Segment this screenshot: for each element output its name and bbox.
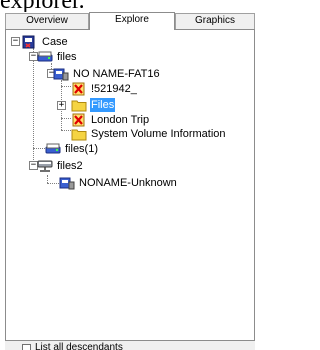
window-caption: explorer. bbox=[0, 0, 255, 12]
volume-icon bbox=[53, 68, 69, 81]
deleted-file-icon bbox=[72, 113, 85, 127]
drive-icon bbox=[37, 51, 53, 62]
list-all-descendants-checkbox[interactable] bbox=[22, 344, 31, 350]
tree-node-label: Case bbox=[42, 36, 68, 48]
tree-node-label: NO NAME-FAT16 bbox=[73, 68, 160, 80]
tree-node-files[interactable]: files bbox=[37, 49, 78, 65]
tree-connector bbox=[47, 175, 48, 183]
tree-node-files-folder[interactable]: Files bbox=[71, 97, 116, 113]
tab-overview[interactable]: Overview bbox=[5, 13, 89, 29]
evidence-tree: − − − + − Case files NO NAME-FAT16 !5219… bbox=[6, 30, 254, 340]
tree-connector bbox=[61, 118, 71, 119]
case-icon bbox=[22, 35, 35, 49]
deleted-file-icon bbox=[72, 82, 85, 96]
tree-node-volume-fat16[interactable]: NO NAME-FAT16 bbox=[53, 66, 161, 82]
tree-connector bbox=[47, 183, 59, 184]
tree-connector bbox=[33, 148, 45, 149]
tree-node-label: files(1) bbox=[65, 143, 99, 155]
tree-node-label: files bbox=[57, 51, 77, 63]
network-drive-icon bbox=[37, 160, 53, 172]
tab-graphics[interactable]: Graphics bbox=[175, 13, 255, 29]
tree-connector bbox=[61, 130, 71, 131]
tab-bar: Overview Explore Graphics bbox=[5, 12, 255, 30]
tree-node-label: London Trip bbox=[91, 114, 150, 126]
status-bar: List all descendants bbox=[5, 341, 255, 350]
tree-node-files-1[interactable]: files(1) bbox=[45, 141, 99, 157]
tree-node-noname-unknown[interactable]: NONAME-Unknown bbox=[59, 175, 178, 191]
tree-node-files2[interactable]: files2 bbox=[37, 158, 84, 174]
tree-connector bbox=[61, 86, 71, 87]
drive-icon bbox=[45, 143, 61, 154]
folder-icon bbox=[71, 129, 87, 141]
volume-icon bbox=[59, 177, 75, 190]
tree-node-label: System Volume Information bbox=[91, 128, 226, 140]
tree-node-521942[interactable]: !521942_ bbox=[71, 81, 138, 97]
tree-node-case[interactable]: Case bbox=[22, 34, 69, 50]
tree-node-label: !521942_ bbox=[91, 83, 137, 95]
explore-panel: − − − + − Case files NO NAME-FAT16 !5219… bbox=[5, 29, 255, 341]
tree-node-label: NONAME-Unknown bbox=[79, 177, 177, 189]
tree-node-label: Files bbox=[90, 98, 116, 112]
tab-explore[interactable]: Explore bbox=[89, 12, 175, 30]
folder-icon bbox=[71, 100, 87, 112]
tree-node-label: files2 bbox=[57, 160, 83, 172]
expand-files-folder-toggle[interactable]: + bbox=[57, 101, 66, 110]
list-all-descendants-label: List all descendants bbox=[35, 342, 123, 350]
tree-node-system-volume-information[interactable]: System Volume Information bbox=[71, 126, 227, 142]
collapse-case-toggle[interactable]: − bbox=[11, 37, 20, 46]
